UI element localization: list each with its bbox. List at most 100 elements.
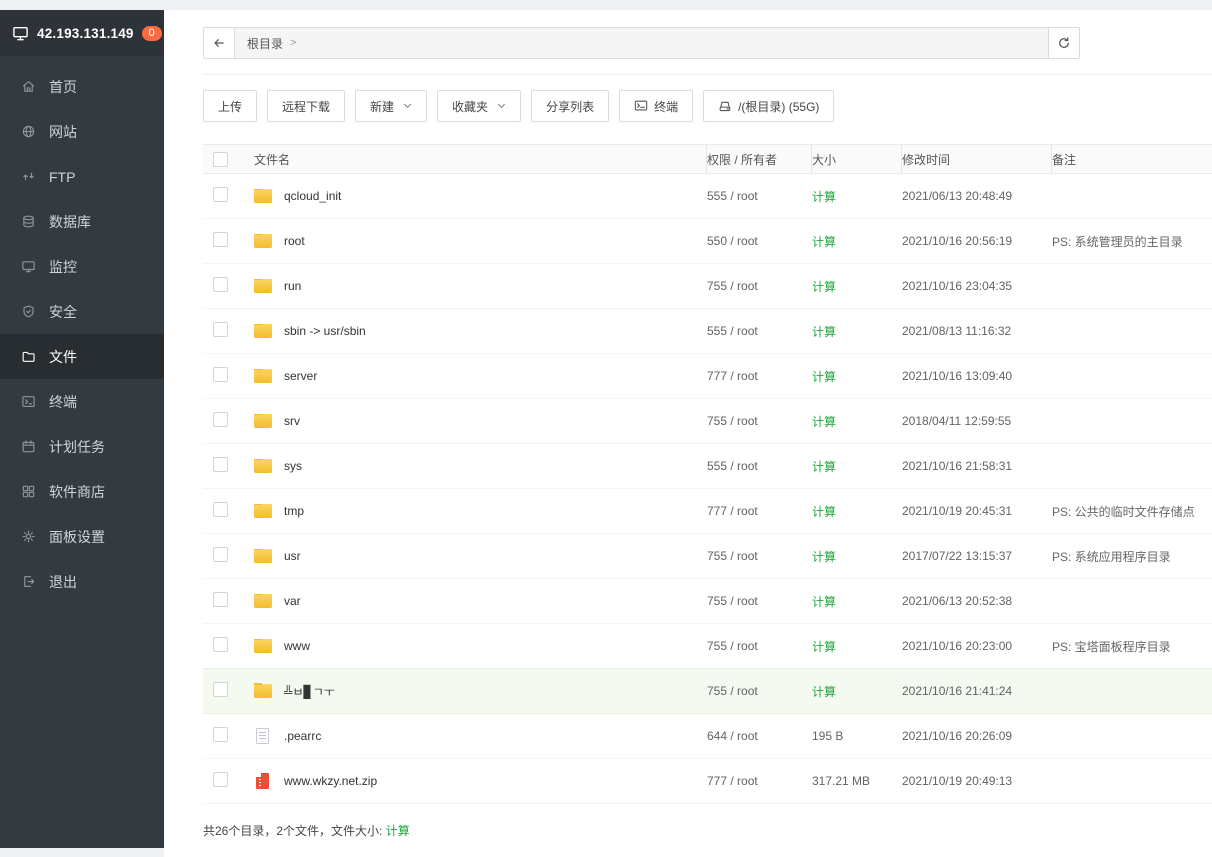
file-name-link[interactable]: qcloud_init [284,189,341,203]
header-permission[interactable]: 权限 / 所有者 [707,145,812,173]
folder-icon [254,189,272,203]
file-name-link[interactable]: server [284,369,317,383]
table-row[interactable]: sbin -> usr/sbin555 / root计算2021/08/13 1… [203,309,1212,354]
table-row[interactable]: server777 / root计算2021/10/16 13:09:40 [203,354,1212,399]
sidebar-item-site[interactable]: 网站 [0,109,164,154]
row-checkbox[interactable] [213,682,228,697]
row-checkbox[interactable] [213,457,228,472]
breadcrumb-root[interactable]: 根目录 [247,35,283,52]
file-name-cell: sbin -> usr/sbin [251,324,707,338]
header-note[interactable]: 备注 [1052,145,1212,173]
sidebar-item-monitor[interactable]: 监控 [0,244,164,289]
row-checkbox[interactable] [213,637,228,652]
table-row[interactable]: run755 / root计算2021/10/16 23:04:35 [203,264,1212,309]
file-name-link[interactable]: tmp [284,504,304,518]
sidebar-item-files[interactable]: 文件 [0,334,164,379]
size-calculate-link[interactable]: 计算 [812,325,836,339]
table-row[interactable]: var755 / root计算2021/06/13 20:52:38 [203,579,1212,624]
row-checkbox[interactable] [213,547,228,562]
file-name-link[interactable]: usr [284,549,301,563]
size-calculate-link[interactable]: 计算 [812,280,836,294]
header-mtime[interactable]: 修改时间 [902,145,1052,173]
row-checkbox[interactable] [213,232,228,247]
upload-button[interactable]: 上传 [203,90,257,122]
sidebar-item-security[interactable]: 安全 [0,289,164,334]
folder-icon [254,639,272,653]
table-row[interactable]: www.wkzy.net.zip777 / root317.21 MB2021/… [203,759,1212,804]
file-name-link[interactable]: root [284,234,305,248]
header-filename[interactable]: 文件名 [251,145,707,173]
permission-owner: 755 / root [707,549,812,563]
row-checkbox[interactable] [213,727,228,742]
row-checkbox[interactable] [213,502,228,517]
server-info[interactable]: 42.193.131.149 0 [0,10,164,56]
table-row[interactable]: www755 / root计算2021/10/16 20:23:00PS: 宝塔… [203,624,1212,669]
modified-time: 2017/07/22 13:15:37 [902,549,1052,563]
message-count-badge[interactable]: 0 [142,26,162,41]
refresh-button[interactable] [1048,28,1079,58]
monitor-icon [21,259,36,274]
sidebar-item-database[interactable]: 数据库 [0,199,164,244]
header-size[interactable]: 大小 [812,145,902,173]
file-name-link[interactable]: srv [284,414,300,428]
sidebar-item-settings[interactable]: 面板设置 [0,514,164,559]
file-name-link[interactable]: ╩ㅂ▊ㄱㅜ [284,683,335,700]
row-checkbox[interactable] [213,187,228,202]
permission-owner: 755 / root [707,684,812,698]
row-checkbox[interactable] [213,412,228,427]
table-row[interactable]: sys555 / root计算2021/10/16 21:58:31 [203,444,1212,489]
row-checkbox[interactable] [213,322,228,337]
sidebar-item-appstore[interactable]: 软件商店 [0,469,164,514]
back-button[interactable] [204,28,235,58]
size-calculate-link[interactable]: 计算 [812,370,836,384]
sidebar-item-ftp[interactable]: FTP [0,154,164,199]
file-name-link[interactable]: run [284,279,301,293]
file-name-cell: srv [251,414,707,428]
table-row[interactable]: qcloud_init555 / root计算2021/06/13 20:48:… [203,174,1212,219]
size-calculate-link[interactable]: 计算 [812,640,836,654]
disk-root-button[interactable]: /(根目录) (55G) [703,90,834,122]
size-calculate-link[interactable]: 计算 [812,190,836,204]
file-name-cell: tmp [251,504,707,518]
file-name-link[interactable]: www [284,639,310,653]
sidebar-item-cron[interactable]: 计划任务 [0,424,164,469]
terminal-button[interactable]: 终端 [619,90,693,122]
size-calculate-link[interactable]: 计算 [812,505,836,519]
file-name-link[interactable]: www.wkzy.net.zip [284,774,377,788]
file-name-cell: www.wkzy.net.zip [251,773,707,789]
select-all-checkbox[interactable] [213,152,228,167]
table-row[interactable]: usr755 / root计算2017/07/22 13:15:37PS: 系统… [203,534,1212,579]
file-name-link[interactable]: .pearrc [284,729,321,743]
file-name-link[interactable]: sys [284,459,302,473]
table-row[interactable]: srv755 / root计算2018/04/11 12:59:55 [203,399,1212,444]
breadcrumb[interactable]: 根目录 > [235,35,1048,52]
row-checkbox[interactable] [213,772,228,787]
table-row[interactable]: .pearrc644 / root195 B2021/10/16 20:26:0… [203,714,1212,759]
table-row[interactable]: ╩ㅂ▊ㄱㅜ755 / root计算2021/10/16 21:41:24 [203,669,1212,714]
sidebar-item-home[interactable]: 首页 [0,64,164,109]
share-list-button[interactable]: 分享列表 [531,90,609,122]
remote-download-button[interactable]: 远程下载 [267,90,345,122]
new-dropdown[interactable]: 新建 [355,90,427,122]
size-calculate-link[interactable]: 计算 [812,685,836,699]
summary-calculate-link[interactable]: 计算 [386,824,410,838]
file-name-link[interactable]: var [284,594,301,608]
table-row[interactable]: tmp777 / root计算2021/10/19 20:45:31PS: 公共… [203,489,1212,534]
row-checkbox[interactable] [213,277,228,292]
size-calculate-link[interactable]: 计算 [812,550,836,564]
row-checkbox-cell [203,457,251,475]
row-checkbox[interactable] [213,592,228,607]
file-name-link[interactable]: sbin -> usr/sbin [284,324,366,338]
terminal-icon [21,394,36,409]
favorites-dropdown[interactable]: 收藏夹 [437,90,521,122]
sidebar-item-terminal[interactable]: 终端 [0,379,164,424]
size-calculate-link[interactable]: 计算 [812,595,836,609]
size-calculate-link[interactable]: 计算 [812,235,836,249]
table-row[interactable]: root550 / root计算2021/10/16 20:56:19PS: 系… [203,219,1212,264]
sidebar-item-logout[interactable]: 退出 [0,559,164,604]
row-checkbox[interactable] [213,367,228,382]
size-calculate-link[interactable]: 计算 [812,460,836,474]
size-calculate-link[interactable]: 计算 [812,415,836,429]
folder-icon [254,504,272,518]
terminal-icon [634,99,648,113]
